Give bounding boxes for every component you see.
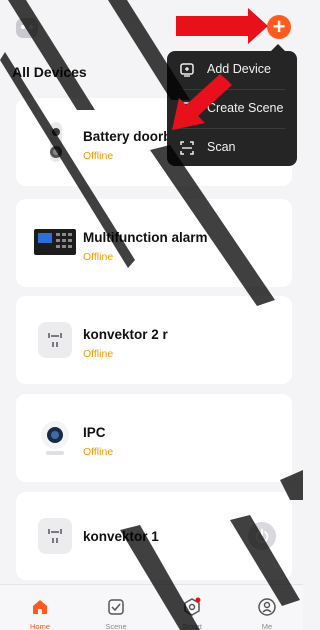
heater-icon: [38, 518, 72, 554]
camera-icon: [41, 421, 69, 455]
menu-item-label: Scan: [207, 140, 236, 154]
add-button[interactable]: +: [267, 15, 291, 39]
menu-item-label: Add Device: [207, 62, 271, 76]
tab-smart[interactable]: Smart: [154, 585, 230, 630]
top-bar: +: [0, 0, 303, 56]
tab-label: Home: [29, 622, 50, 630]
scene-tab-icon: [108, 599, 124, 615]
me-tab-icon: [258, 598, 276, 616]
power-icon: [255, 528, 269, 543]
device-card-multifunction-alarm[interactable]: Multifunction alarm Offline: [16, 199, 292, 287]
tab-label: Scene: [105, 622, 127, 630]
tab-home[interactable]: Home: [2, 585, 78, 630]
doorbell-icon: [50, 122, 62, 162]
menu-item-create-scene[interactable]: Create Scene: [167, 90, 297, 128]
device-status: Offline: [83, 446, 114, 458]
add-menu-popup: Add Device Create Scene Scan: [167, 44, 297, 167]
power-button[interactable]: [248, 522, 276, 550]
device-name: konvektor 1: [83, 529, 159, 544]
home-selector-icon[interactable]: [16, 18, 38, 38]
page-title: All Devices: [12, 64, 87, 80]
add-device-icon: [180, 63, 194, 77]
home-tab-icon: [33, 600, 47, 614]
menu-item-add-device[interactable]: Add Device: [167, 51, 297, 89]
smart-tab-icon: [184, 597, 201, 616]
device-name: IPC: [83, 425, 106, 440]
tab-me[interactable]: Me: [229, 585, 305, 630]
device-card-konvektor-1[interactable]: konvektor 1: [16, 492, 292, 580]
alarm-panel-icon: [34, 229, 76, 255]
device-card-konvektor-2r[interactable]: konvektor 2 r Offline: [16, 296, 292, 384]
scan-icon: [180, 141, 194, 155]
device-name: konvektor 2 r: [83, 327, 168, 342]
device-status: Offline: [83, 150, 114, 162]
heater-icon: [38, 322, 72, 358]
tab-scene[interactable]: Scene: [78, 585, 154, 630]
menu-item-label: Create Scene: [207, 101, 284, 115]
device-card-ipc[interactable]: IPC Offline: [16, 394, 292, 482]
device-status: Offline: [83, 251, 114, 263]
tab-label: Me: [261, 622, 273, 630]
menu-item-scan[interactable]: Scan: [167, 129, 297, 167]
device-status: Offline: [83, 348, 114, 360]
create-scene-icon: [180, 102, 194, 116]
tab-label: Smart: [181, 622, 202, 630]
device-name: Multifunction alarm: [83, 230, 208, 245]
bottom-tab-bar: Home Scene Smart Me: [0, 584, 303, 630]
